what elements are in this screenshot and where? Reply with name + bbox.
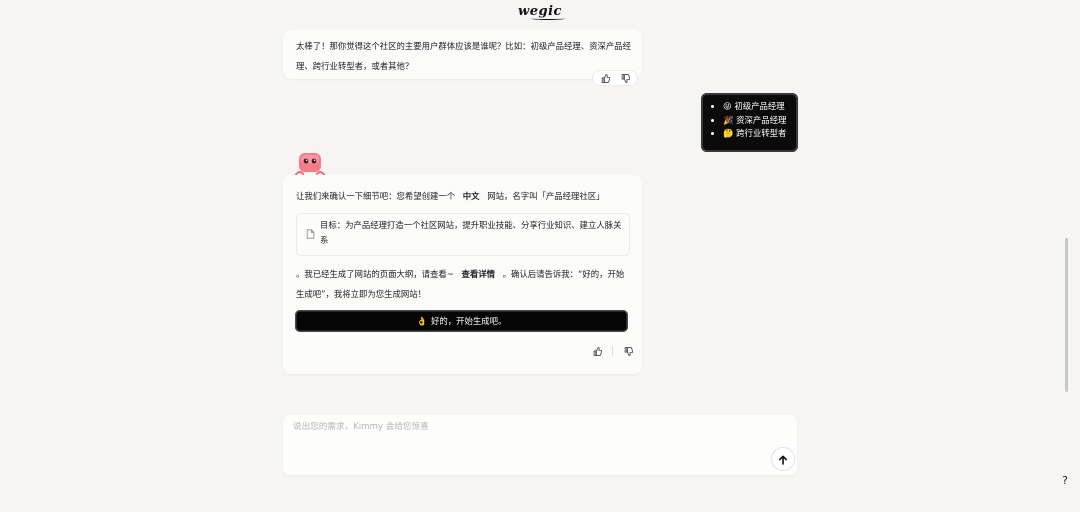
user-choice-item: 🤔 跨行业转型者 (723, 127, 798, 141)
arrow-up-icon (778, 450, 788, 469)
language-highlight: 中文 (462, 191, 480, 201)
chat-input[interactable] (291, 421, 765, 433)
feedback-divider (612, 346, 613, 356)
ai-message-previous: 太棒了！那你觉得这个社区的主要用户群体应该是谁呢？比如：初级产品经理、资深产品经… (283, 30, 642, 79)
feedback-bar (592, 346, 633, 356)
thumbs-up-icon[interactable] (600, 73, 610, 83)
view-details-link[interactable]: 查看详情 (461, 269, 495, 279)
user-choice-item: 😝 初级产品经理 (723, 100, 798, 114)
site-name-text: 网站，名字叫「产品经理社区」 (487, 191, 605, 201)
outline-text: 。我已经生成了网站的页面大纲，请查看~ (296, 269, 454, 279)
scrollbar-thumb[interactable] (1065, 238, 1068, 392)
chat-input-box (283, 415, 797, 475)
start-generate-button[interactable]: 👌 好的，开始生成吧。 (295, 310, 628, 332)
send-button[interactable] (771, 447, 795, 471)
goal-text: 目标：为产品经理打造一个社区网站，提升职业技能、分享行业知识、建立人脉关系 (320, 220, 622, 245)
document-icon (306, 224, 316, 239)
user-choice-item: 🎉 资深产品经理 (723, 114, 798, 128)
help-button[interactable]: ? (1058, 474, 1072, 488)
ai-message-confirmation: 让我们来确认一下细节吧：您希望创建一个 中文 网站，名字叫「产品经理社区」 目标… (283, 175, 642, 374)
outline-paragraph: 。我已经生成了网站的页面大纲，请查看~ 查看详情 。确认后请告诉我：“好的，开始… (296, 264, 631, 304)
confirm-line: 让我们来确认一下细节吧：您希望创建一个 中文 网站，名字叫「产品经理社区」 (296, 190, 604, 202)
ai-message-text: 太棒了！那你觉得这个社区的主要用户群体应该是谁呢？比如：初级产品经理、资深产品经… (296, 41, 631, 71)
thumbs-up-icon[interactable] (592, 346, 602, 356)
logo-underline (531, 17, 565, 20)
confirm-text: 让我们来确认一下细节吧：您希望创建一个 (296, 191, 456, 201)
user-message: 😝 初级产品经理 🎉 资深产品经理 🤔 跨行业转型者 (701, 93, 798, 152)
ok-hand-icon: 👌 (416, 315, 428, 326)
goal-box: 目标：为产品经理打造一个社区网站，提升职业技能、分享行业知识、建立人脉关系 (296, 213, 630, 256)
start-generate-label: 好的，开始生成吧。 (431, 316, 507, 326)
feedback-bar (592, 70, 638, 86)
thumbs-down-icon[interactable] (623, 346, 633, 356)
thumbs-down-icon[interactable] (620, 73, 630, 83)
